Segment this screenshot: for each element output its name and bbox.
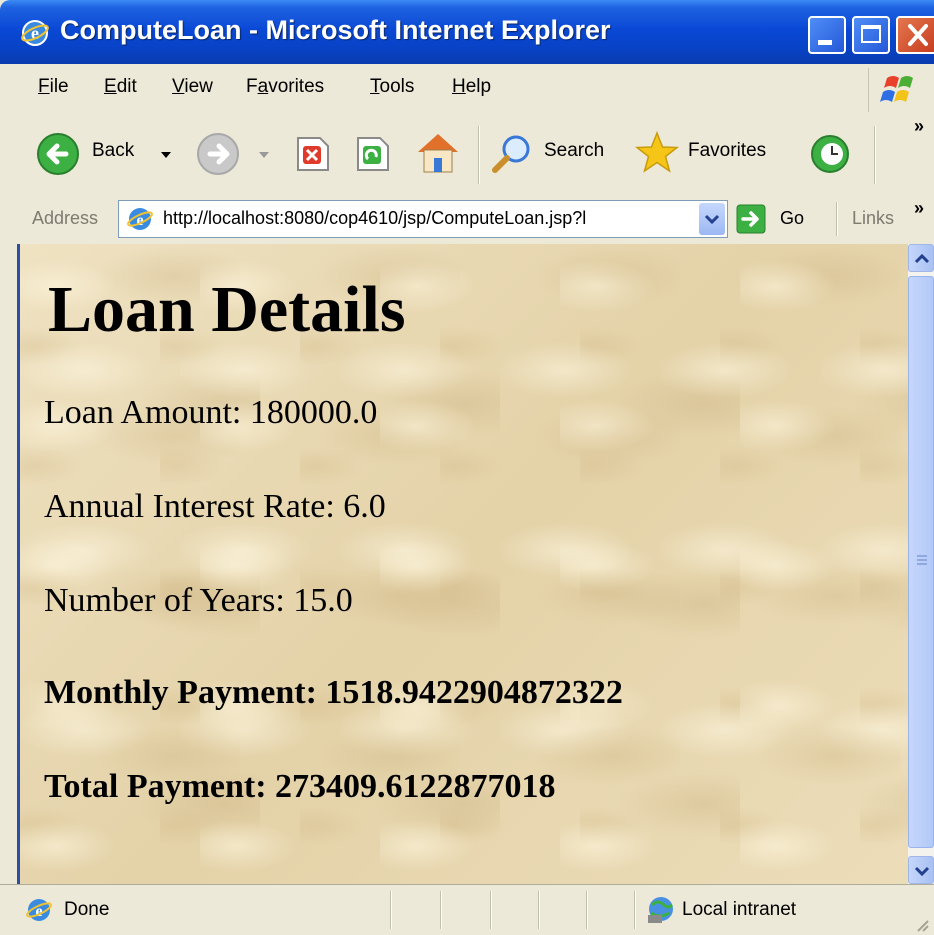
status-divider xyxy=(586,891,588,929)
go-arrow-icon xyxy=(736,204,766,234)
links-more-button[interactable]: » xyxy=(914,198,924,219)
maximize-icon xyxy=(861,25,881,43)
favorites-button[interactable]: Favorites xyxy=(634,112,786,196)
dropdown-arrow-icon xyxy=(161,152,171,158)
interest-rate-text: Annual Interest Rate: 6.0 xyxy=(44,488,386,525)
status-divider xyxy=(490,891,492,929)
address-label: Address xyxy=(32,208,99,228)
scroll-thumb[interactable] xyxy=(908,276,934,848)
status-divider xyxy=(634,891,636,929)
page-done-icon: e xyxy=(26,899,52,921)
loan-amount-text: Loan Amount: 180000.0 xyxy=(44,394,378,431)
links-button[interactable]: Links xyxy=(852,208,894,229)
page-content: Loan Details Loan Amount: 180000.0 Annua… xyxy=(20,244,908,884)
go-label: Go xyxy=(780,208,805,228)
search-icon xyxy=(492,135,530,173)
status-text: Done xyxy=(64,899,110,920)
close-button[interactable] xyxy=(896,16,934,54)
total-payment-text: Total Payment: 273409.6122877018 xyxy=(44,768,556,805)
page-heading: Loan Details xyxy=(48,273,406,346)
search-button[interactable]: Search xyxy=(490,112,620,196)
number-of-years-text: Number of Years: 15.0 xyxy=(44,582,353,619)
chevron-up-icon xyxy=(914,253,930,264)
address-dropdown-button[interactable] xyxy=(699,203,725,235)
windows-flag-icon xyxy=(880,76,913,102)
history-icon xyxy=(811,135,849,173)
page-icon: e xyxy=(127,208,153,230)
status-divider xyxy=(538,891,540,929)
home-icon xyxy=(418,134,458,173)
minimize-icon xyxy=(818,40,832,45)
menu-tools[interactable]: Tools xyxy=(370,76,414,98)
scroll-up-button[interactable] xyxy=(908,244,934,272)
back-arrow-icon xyxy=(37,133,79,175)
star-icon xyxy=(634,130,680,173)
forward-arrow-icon xyxy=(197,133,239,175)
home-button[interactable] xyxy=(414,112,464,196)
minimize-button[interactable] xyxy=(808,16,846,54)
back-button[interactable]: Back xyxy=(36,112,186,196)
menu-bar: File Edit View Favorites Tools Help xyxy=(0,64,934,113)
refresh-icon xyxy=(357,137,389,171)
monthly-payment-text: Monthly Payment: 1518.9422904872322 xyxy=(44,674,623,711)
internet-explorer-icon: e xyxy=(21,20,49,46)
menu-file[interactable]: File xyxy=(38,76,69,98)
browser-window: e ComputeLoan - Microsoft Internet Explo… xyxy=(0,0,934,935)
stop-button[interactable] xyxy=(292,112,336,196)
favorites-label: Favorites xyxy=(688,140,767,161)
vertical-scrollbar[interactable] xyxy=(908,244,934,884)
status-divider xyxy=(440,891,442,929)
scroll-grip xyxy=(917,555,927,557)
toolbar-separator xyxy=(874,126,876,184)
resize-grip-icon[interactable] xyxy=(914,917,930,933)
dropdown-arrow-icon xyxy=(259,152,269,158)
window-title: ComputeLoan - Microsoft Internet Explore… xyxy=(60,15,611,45)
toolbar-separator xyxy=(836,202,838,236)
forward-button[interactable] xyxy=(196,112,276,196)
content-frame-border xyxy=(0,244,20,884)
stop-icon xyxy=(297,137,329,171)
menu-help[interactable]: Help xyxy=(452,76,491,98)
back-label: Back xyxy=(92,140,135,161)
title-bar[interactable]: e ComputeLoan - Microsoft Internet Explo… xyxy=(0,0,934,64)
search-label: Search xyxy=(544,140,605,161)
maximize-button[interactable] xyxy=(852,16,890,54)
go-button[interactable]: Go xyxy=(736,200,826,238)
address-url: http://localhost:8080/cop4610/jsp/Comput… xyxy=(163,208,587,228)
intranet-globe-icon xyxy=(648,897,674,923)
history-button[interactable] xyxy=(808,112,858,196)
security-zone-text: Local intranet xyxy=(682,899,797,920)
chevron-down-icon xyxy=(914,866,930,877)
address-input[interactable]: e http://localhost:8080/cop4610/jsp/Comp… xyxy=(118,200,728,238)
menu-favorites[interactable]: Favorites xyxy=(246,76,324,98)
menu-view[interactable]: View xyxy=(172,76,213,98)
windows-logo xyxy=(868,68,934,112)
address-bar: Address e http://localhost:8080/cop4610/… xyxy=(0,196,934,246)
status-divider xyxy=(390,891,392,929)
close-icon xyxy=(908,24,928,46)
menu-edit[interactable]: Edit xyxy=(104,76,137,98)
scroll-down-button[interactable] xyxy=(908,856,934,884)
toolbar-separator xyxy=(478,126,480,184)
status-bar: e Done Local intranet xyxy=(0,884,934,935)
chevron-down-icon xyxy=(704,214,720,225)
standard-toolbar: Back Search Favorites » xyxy=(0,112,934,197)
refresh-button[interactable] xyxy=(352,112,396,196)
toolbar-more-button[interactable]: » xyxy=(914,116,924,137)
